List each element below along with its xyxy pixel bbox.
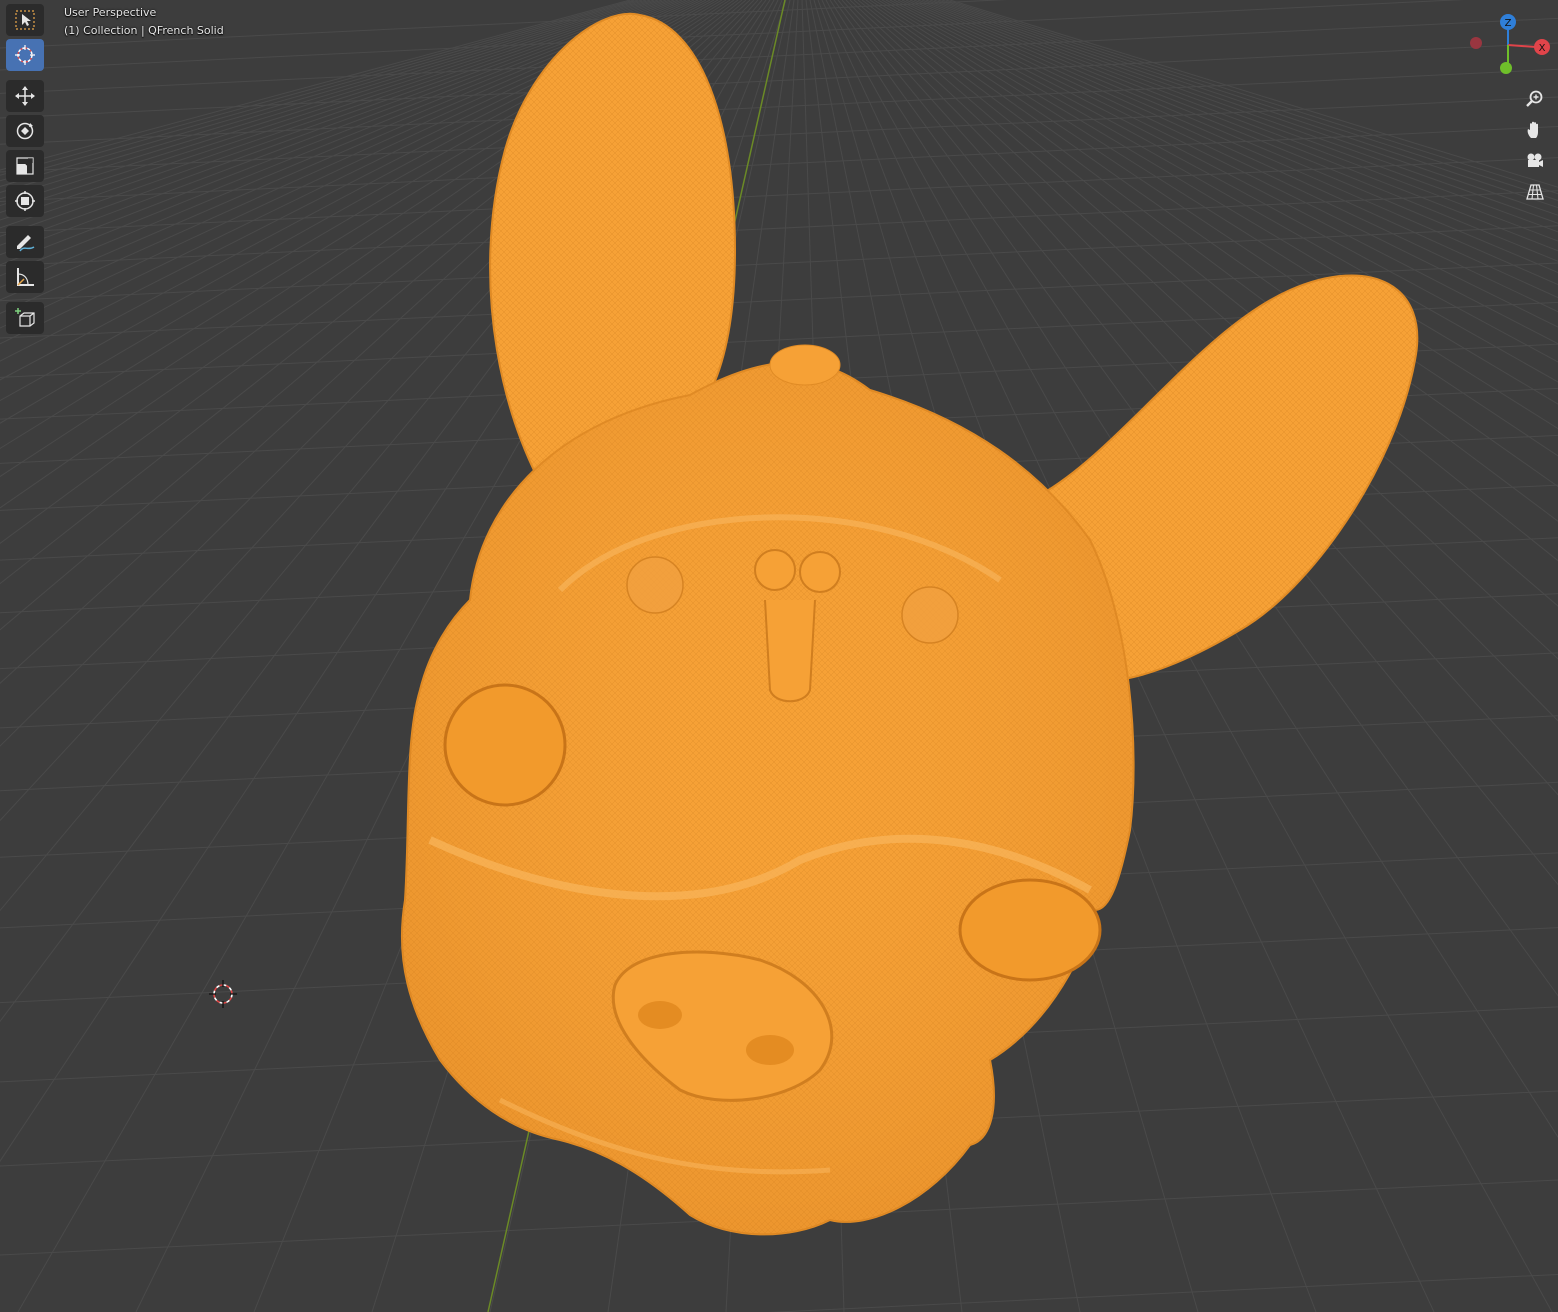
move-tool[interactable] bbox=[6, 80, 44, 112]
camera-button[interactable] bbox=[1520, 148, 1550, 174]
cursor-icon bbox=[15, 45, 35, 65]
zoom-icon bbox=[1526, 90, 1543, 107]
grid-line bbox=[0, 190, 1558, 267]
3d-cursor[interactable] bbox=[207, 978, 239, 1010]
camera-icon bbox=[1527, 153, 1543, 167]
scale-icon bbox=[16, 157, 34, 175]
view-name: User Perspective bbox=[64, 6, 157, 19]
zoom-button[interactable] bbox=[1520, 86, 1550, 112]
grid-line bbox=[0, 157, 1558, 234]
tool-shelf bbox=[6, 4, 46, 337]
select-box-tool[interactable] bbox=[6, 4, 44, 36]
y-axis-dot[interactable] bbox=[1500, 62, 1512, 74]
add-cube-icon bbox=[15, 308, 35, 327]
3d-viewport[interactable]: User Perspective (1) Collection | QFrenc… bbox=[0, 0, 1558, 1312]
right-eye bbox=[958, 878, 1102, 982]
left-eye bbox=[443, 683, 567, 807]
measure-tool[interactable] bbox=[6, 261, 44, 293]
grid-line bbox=[0, 125, 1558, 202]
neg-x-axis-dot[interactable] bbox=[1470, 37, 1482, 49]
hand-icon bbox=[1527, 121, 1538, 138]
dog-head-mesh bbox=[400, 12, 1419, 1236]
move-icon bbox=[15, 86, 35, 106]
scale-tool[interactable] bbox=[6, 150, 44, 182]
transform-tool[interactable] bbox=[6, 185, 44, 217]
add-cube-tool[interactable] bbox=[6, 302, 44, 334]
perspective-button[interactable] bbox=[1520, 179, 1550, 205]
z-axis-label: Z bbox=[1505, 18, 1512, 29]
rotate-tool[interactable] bbox=[6, 115, 44, 147]
navigation-gizmo[interactable]: Z X bbox=[1464, 10, 1554, 80]
cursor-tool[interactable] bbox=[6, 39, 44, 71]
rotate-icon bbox=[16, 122, 34, 140]
transform-icon bbox=[15, 191, 35, 211]
object-info: (1) Collection | QFrench Solid bbox=[64, 24, 224, 37]
viewport-info: User Perspective (1) Collection | QFrenc… bbox=[64, 4, 224, 40]
top-knob bbox=[769, 344, 841, 386]
select-box-icon bbox=[15, 10, 35, 30]
pan-button[interactable] bbox=[1520, 117, 1550, 143]
annotate-icon bbox=[17, 235, 35, 252]
navigation-buttons bbox=[1520, 86, 1552, 210]
measure-icon bbox=[17, 268, 34, 286]
scene bbox=[0, 0, 1558, 1312]
annotate-tool[interactable] bbox=[6, 226, 44, 258]
grid-perspective-icon bbox=[1526, 184, 1544, 200]
grid-line bbox=[767, 1273, 1558, 1312]
x-axis-label: X bbox=[1539, 43, 1546, 54]
axis-gizmo[interactable]: Z X bbox=[1464, 10, 1554, 80]
